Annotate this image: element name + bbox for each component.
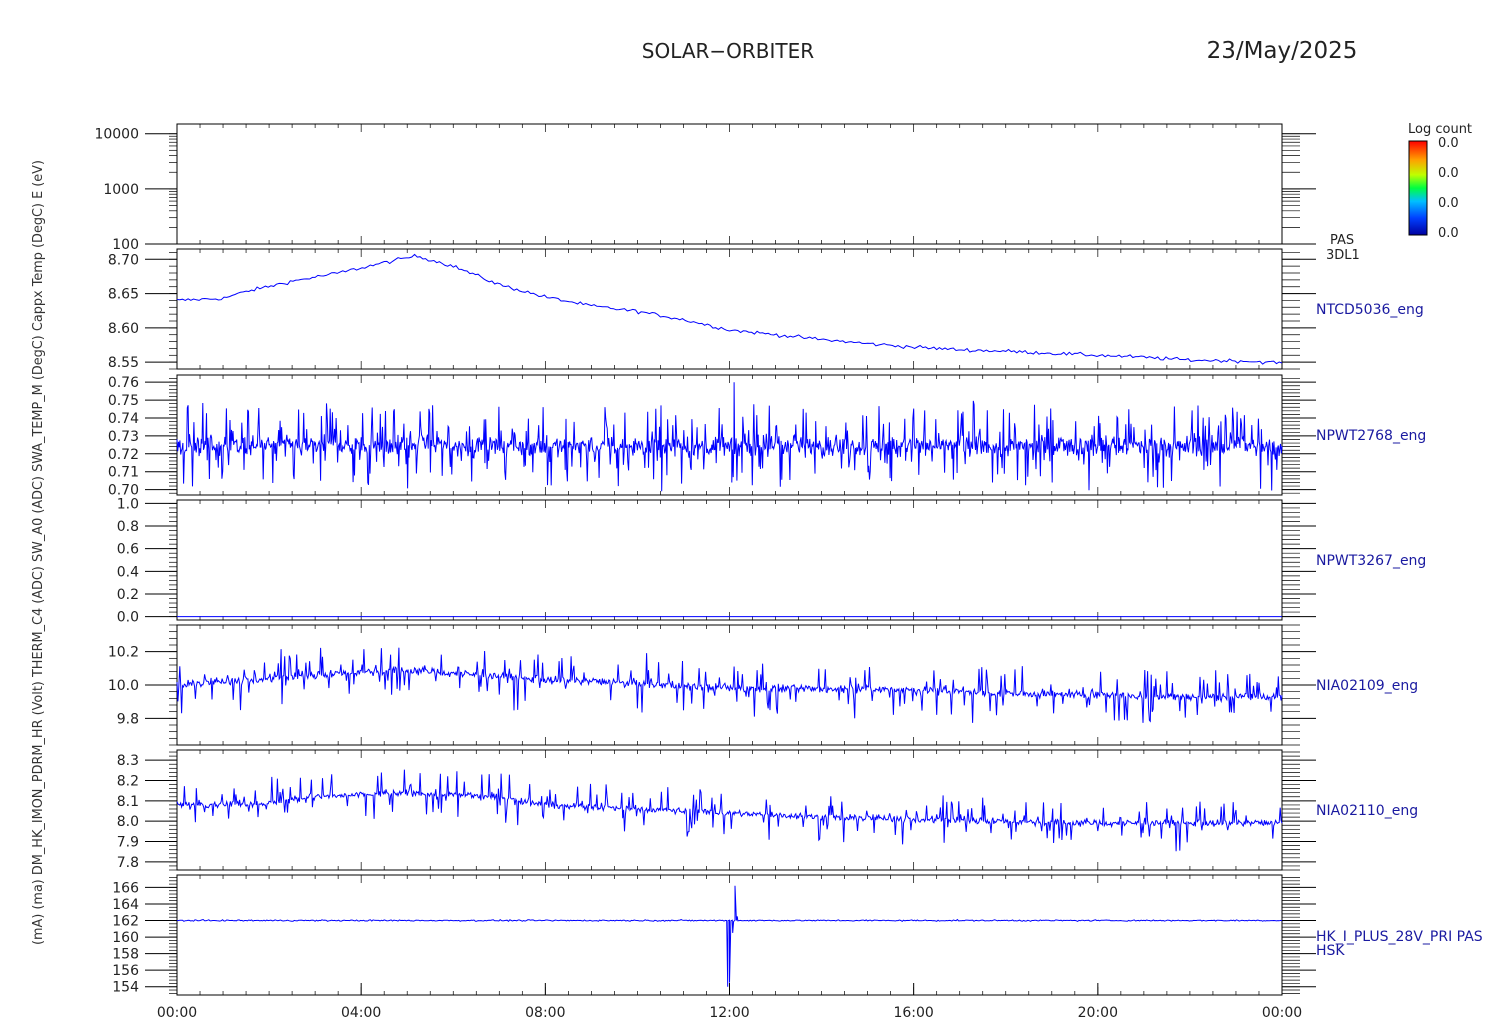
y-tick-label: 0.8 <box>117 519 139 535</box>
y-tick-label: 7.8 <box>117 855 139 871</box>
x-tick-label: 08:00 <box>525 1005 565 1020</box>
y-tick-label: 0.76 <box>108 375 139 391</box>
chart-figure: SOLAR−ORBITER 23/May/2025 (mA) (ma) DM_H… <box>31 38 1483 1020</box>
y-tick-label: 8.70 <box>108 252 139 268</box>
y-tick-label: 160 <box>112 930 139 946</box>
panel-p6: 154156158160162164166HK_I_PLUS_28V_PRI P… <box>112 874 1483 996</box>
series-line-p6 <box>176 885 1283 987</box>
x-tick-label: 04:00 <box>341 1005 381 1020</box>
y-tick-label: 8.1 <box>117 794 139 810</box>
y-tick-label: 7.9 <box>117 835 139 851</box>
y-tick-label: 8.60 <box>108 321 139 337</box>
panel-frame <box>176 624 1283 746</box>
y-tick-label: 10000 <box>94 127 139 143</box>
chart-title: SOLAR−ORBITER <box>642 39 814 63</box>
series-line-p1 <box>176 253 1283 365</box>
series-line-p4 <box>176 647 1283 723</box>
y-tick-label: 8.3 <box>117 753 139 769</box>
y-tick-label: 166 <box>112 880 139 896</box>
y-tick-label: 1000 <box>103 182 139 198</box>
panel-p2: 0.700.710.720.730.740.750.76NPWT2768_eng <box>108 374 1426 499</box>
series-label: PAS <box>1330 233 1354 248</box>
y-tick-label: 0.74 <box>108 411 139 427</box>
series-line-p2 <box>176 382 1283 492</box>
series-label: NTCD5036_eng <box>1316 302 1424 318</box>
y-tick-label: 0.75 <box>108 393 139 409</box>
y-tick-label: 10.0 <box>108 678 139 694</box>
y-tick-label: 10.2 <box>108 645 139 661</box>
series-line-p5 <box>176 769 1283 852</box>
series-label-2: HSK <box>1316 943 1345 959</box>
series-label: NIA02109_eng <box>1316 678 1418 694</box>
colorbar-tick-label: 0.0 <box>1438 166 1459 181</box>
y-tick-label: 8.55 <box>108 355 139 371</box>
series-label: NPWT2768_eng <box>1316 428 1426 444</box>
x-tick-label: 00:00 <box>1262 1005 1302 1020</box>
y-tick-label: 0.6 <box>117 542 139 558</box>
colorbar-title: Log count <box>1408 122 1472 137</box>
y-tick-label: 0.71 <box>108 465 139 481</box>
panel-frame <box>176 123 1283 245</box>
series-label: NPWT3267_eng <box>1316 553 1426 569</box>
colorbar-tick-label: 0.0 <box>1438 226 1459 241</box>
y-tick-label: 156 <box>112 963 139 979</box>
chart-date: 23/May/2025 <box>1207 38 1358 64</box>
colorbar-tick-label: 0.0 <box>1438 196 1459 211</box>
y-tick-label: 8.0 <box>117 814 139 830</box>
panel-p5: 7.8 7.9 8.0 8.1 8.2 8.3 NIA02110_eng <box>117 749 1418 871</box>
y-tick-label: 0.0 <box>117 610 139 626</box>
x-tick-label: 12:00 <box>709 1005 749 1020</box>
y-tick-label: 8.65 <box>108 287 139 303</box>
panel-p4: 9.8 10.0 10.2 NIA02109_eng <box>108 624 1418 746</box>
y-tick-label: 162 <box>112 914 139 930</box>
panel-p3: 0.0 0.2 0.4 0.6 0.8 1.0 NPWT3267_eng <box>117 496 1427 625</box>
panel-frame <box>176 499 1283 621</box>
colorbar <box>1408 140 1428 236</box>
colorbar-tick-label: 0.0 <box>1438 136 1459 151</box>
y-tick-label: 100 <box>112 237 139 253</box>
y-tick-label: 158 <box>112 947 139 963</box>
series-label: NIA02110_eng <box>1316 803 1418 819</box>
panel-p0: 100 1000 10000 PAS3DL1 <box>94 123 1360 263</box>
y-tick-label: 9.8 <box>117 711 139 727</box>
x-tick-label: 16:00 <box>893 1005 933 1020</box>
panel-frame <box>176 749 1283 871</box>
y-tick-label: 1.0 <box>117 496 139 512</box>
panel-frame <box>176 248 1283 370</box>
x-tick-label: 00:00 <box>157 1005 197 1020</box>
y-tick-label: 164 <box>112 897 139 913</box>
y-tick-label: 0.4 <box>117 564 139 580</box>
y-tick-label: 0.2 <box>117 587 139 603</box>
panel-p1: 8.55 8.60 8.65 8.70 NTCD5036_eng <box>108 248 1424 371</box>
series-label-2: 3DL1 <box>1326 248 1360 263</box>
x-tick-label: 20:00 <box>1078 1005 1118 1020</box>
y-tick-label: 0.72 <box>108 447 139 463</box>
y-tick-label: 154 <box>112 980 139 996</box>
overlapped-y-axis-label: (mA) (ma) DM_HK_IMON_PDRM_HR (Volt) THER… <box>31 160 46 945</box>
y-tick-label: 8.2 <box>117 774 139 790</box>
y-tick-label: 0.73 <box>108 429 139 445</box>
